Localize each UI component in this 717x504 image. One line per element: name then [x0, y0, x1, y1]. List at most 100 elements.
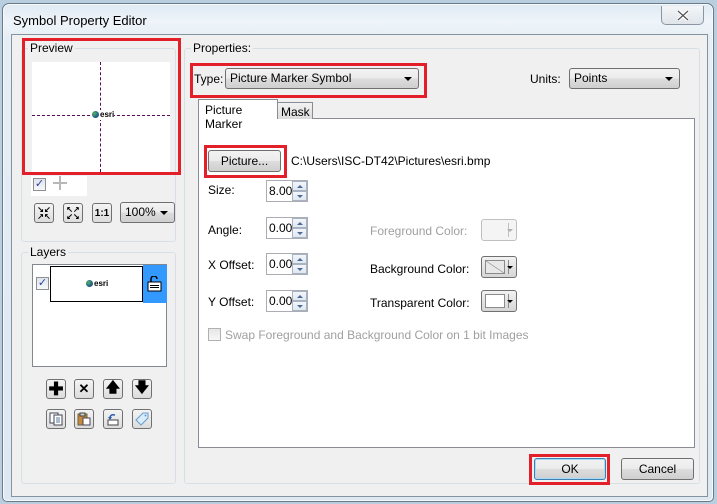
cancel-button[interactable]: Cancel [621, 458, 694, 480]
angle-value[interactable]: 0.00 [269, 221, 292, 235]
layers-list[interactable]: ✓ esri [32, 264, 167, 367]
units-label: Units: [530, 72, 561, 86]
actual-size-button[interactable]: 1:1 [92, 203, 112, 223]
background-color-label: Background Color: [370, 262, 470, 276]
picture-path: C:\Users\ISC-DT42\Pictures\esri.bmp [291, 154, 491, 168]
angle-down-button[interactable] [292, 228, 307, 238]
transparent-color-label: Transparent Color: [370, 296, 470, 310]
background-color-button[interactable] [481, 256, 517, 278]
foreground-color-swatch [485, 223, 505, 237]
zoom-level-select[interactable]: 100% [120, 202, 175, 223]
copy-icon [49, 412, 63, 426]
yoffset-up-button[interactable] [292, 291, 307, 301]
yoffset-spinner[interactable]: 0.00 [266, 290, 308, 312]
globe-icon [92, 111, 99, 118]
zoom-level-value: 100% [125, 205, 156, 219]
chevron-down-icon [507, 300, 513, 303]
arrow-down-icon [296, 231, 303, 235]
tab-picture-marker-label: Picture Marker [205, 103, 243, 131]
ok-button[interactable]: OK [534, 458, 606, 480]
close-button[interactable] [661, 6, 704, 25]
ok-button-label: OK [561, 462, 579, 476]
preview-symbol-text: esri [100, 110, 115, 119]
yoffset-value[interactable]: 0.00 [269, 294, 292, 308]
layer-thumbnail[interactable]: esri [50, 266, 143, 302]
arrow-down-icon: 🡇 [134, 379, 150, 395]
properties-label: Properties: [191, 41, 254, 55]
xoffset-down-button[interactable] [292, 264, 307, 274]
cancel-button-label: Cancel [638, 462, 677, 476]
swap-colors-label: Swap Foreground and Background Color on … [225, 328, 529, 342]
tag-icon [135, 412, 149, 426]
size-spinner[interactable]: 8.00 [266, 180, 308, 202]
dialog-client-area: Preview esri ✓ ↘↙ ↗↖ ↖↗ ↙↘ 1:1 100% Layers… [11, 34, 708, 497]
actual-size-icon: 1:1 [94, 207, 110, 219]
preview-label: Preview [28, 41, 75, 55]
size-label: Size: [208, 183, 235, 197]
angle-label: Angle: [208, 223, 243, 237]
size-value[interactable]: 8.00 [269, 184, 292, 198]
tab-mask[interactable]: Mask [277, 102, 313, 119]
picture-button[interactable]: Picture... [208, 150, 281, 172]
chevron-down-icon [507, 266, 513, 269]
tag-layer-button[interactable] [132, 409, 152, 429]
remove-layer-button[interactable]: ✕ [74, 379, 94, 399]
units-value: Points [574, 71, 608, 85]
zoom-in-fit-icon: ↘↙ ↗↖ [37, 205, 51, 221]
type-value: Picture Marker Symbol [230, 71, 352, 85]
arrow-down-icon [296, 304, 303, 308]
size-up-button[interactable] [292, 181, 307, 191]
chevron-down-icon [160, 211, 168, 215]
arrow-down-icon [296, 194, 303, 198]
arrow-up-icon [296, 294, 303, 298]
transparent-color-button[interactable] [481, 290, 517, 312]
close-icon [676, 9, 689, 21]
type-select[interactable]: Picture Marker Symbol [225, 68, 419, 89]
zoom-extent-button[interactable]: ↖↗ ↙↘ [63, 203, 83, 223]
foreground-color-button[interactable] [481, 219, 517, 241]
preview-canvas: esri [32, 62, 170, 172]
window-title: Symbol Property Editor [13, 13, 147, 28]
xoffset-up-button[interactable] [292, 254, 307, 264]
type-label: Type: [194, 72, 224, 86]
paste-icon [77, 412, 91, 426]
xoffset-spinner[interactable]: 0.00 [266, 253, 308, 275]
show-preview-checkbox[interactable]: ✓ [33, 178, 46, 191]
crosshair-toggle-icon[interactable] [52, 175, 68, 191]
chevron-down-icon [507, 229, 513, 232]
chevron-down-icon [665, 77, 673, 81]
copy-layer-button[interactable] [46, 409, 66, 429]
units-select[interactable]: Points [569, 68, 680, 89]
layer-thumbnail-text: esri [94, 279, 109, 288]
tab-mask-label: Mask [281, 105, 310, 119]
arrow-up-icon [296, 221, 303, 225]
paste-layer-button[interactable] [74, 409, 94, 429]
layer-lock-toggle[interactable] [143, 265, 167, 303]
undo-icon [107, 414, 119, 426]
xoffset-label: X Offset: [208, 258, 255, 272]
layer-visible-checkbox[interactable]: ✓ [36, 277, 49, 290]
swap-colors-checkbox[interactable] [208, 328, 221, 341]
restore-layer-button[interactable] [103, 409, 123, 429]
angle-spinner[interactable]: 0.00 [266, 217, 308, 239]
chevron-down-icon [404, 77, 412, 81]
zoom-out-fit-icon: ↖↗ ↙↘ [66, 205, 80, 221]
no-color-swatch-icon [485, 260, 505, 274]
angle-up-button[interactable] [292, 218, 307, 228]
add-layer-button[interactable]: ✚ [46, 379, 66, 399]
arrow-up-icon [296, 257, 303, 261]
xoffset-value[interactable]: 0.00 [269, 257, 292, 271]
move-layer-up-button[interactable]: 🡅 [103, 379, 123, 399]
size-down-button[interactable] [292, 191, 307, 201]
move-layer-down-button[interactable]: 🡇 [132, 379, 152, 399]
delete-icon: ✕ [78, 381, 90, 396]
yoffset-down-button[interactable] [292, 301, 307, 311]
yoffset-label: Y Offset: [208, 295, 255, 309]
preview-symbol: esri [92, 110, 115, 120]
lock-icon [147, 276, 162, 292]
tab-picture-marker[interactable]: Picture Marker [198, 99, 278, 131]
zoom-to-fit-button[interactable]: ↘↙ ↗↖ [34, 203, 54, 223]
arrow-up-icon: 🡅 [105, 379, 121, 395]
transparent-color-swatch [485, 294, 505, 308]
plus-icon: ✚ [48, 379, 64, 399]
